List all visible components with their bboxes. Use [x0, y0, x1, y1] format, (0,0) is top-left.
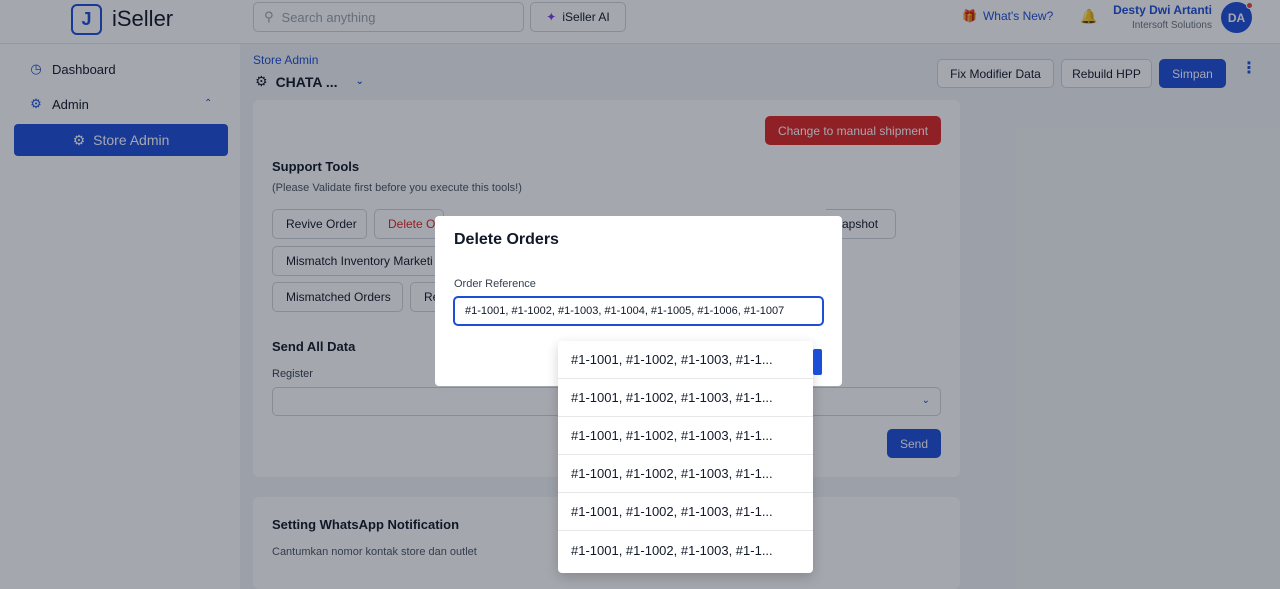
dropdown-option[interactable]: #1-1001, #1-1002, #1-1003, #1-1... [558, 417, 813, 455]
order-reference-label: Order Reference [454, 278, 536, 290]
dropdown-option[interactable]: #1-1001, #1-1002, #1-1003, #1-1... [558, 493, 813, 531]
dropdown-option[interactable]: #1-1001, #1-1002, #1-1003, #1-1... [558, 455, 813, 493]
dropdown-option[interactable]: #1-1001, #1-1002, #1-1003, #1-1... [558, 531, 813, 569]
dropdown-option[interactable]: #1-1001, #1-1002, #1-1003, #1-1... [558, 341, 813, 379]
dropdown-option[interactable]: #1-1001, #1-1002, #1-1003, #1-1... [558, 379, 813, 417]
order-reference-input[interactable]: #1-1001, #1-1002, #1-1003, #1-1004, #1-1… [453, 296, 824, 326]
modal-title: Delete Orders [454, 231, 559, 248]
dropdown-scrollbar[interactable] [813, 349, 822, 375]
autocomplete-dropdown: #1-1001, #1-1002, #1-1003, #1-1... #1-10… [558, 341, 813, 573]
